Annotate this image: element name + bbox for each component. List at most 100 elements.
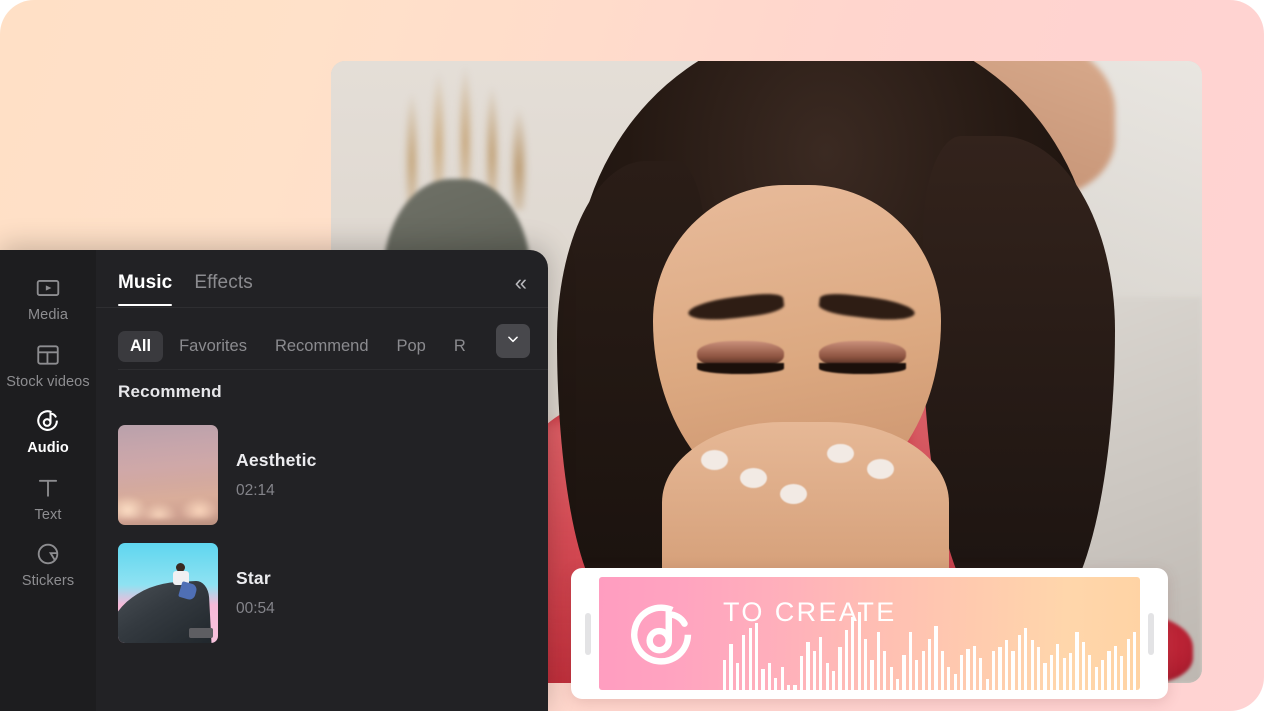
waveform-bar bbox=[1068, 652, 1073, 690]
waveform-bar bbox=[1107, 651, 1111, 690]
waveform-bar bbox=[755, 622, 759, 690]
waveform-bar bbox=[774, 677, 778, 690]
waveform-bar bbox=[787, 685, 791, 690]
waveform bbox=[723, 612, 1137, 690]
waveform-bar bbox=[1126, 638, 1130, 690]
waveform-bar bbox=[902, 654, 906, 690]
track-thumbnail bbox=[118, 543, 218, 643]
waveform-bar bbox=[979, 658, 983, 690]
waveform-bar bbox=[895, 679, 900, 690]
more-filters-button[interactable] bbox=[496, 324, 530, 358]
filter-chip-pop[interactable]: Pop bbox=[385, 331, 438, 362]
waveform-bar bbox=[889, 666, 893, 690]
filter-chip-recommend[interactable]: Recommend bbox=[263, 331, 381, 362]
waveform-bar bbox=[1120, 656, 1124, 690]
sidebar-item-label: Stickers bbox=[21, 573, 75, 589]
waveform-bar bbox=[1088, 654, 1092, 690]
tab-music[interactable]: Music bbox=[118, 272, 173, 306]
sidebar-item-label: Text bbox=[34, 506, 62, 523]
filter-chip-all[interactable]: All bbox=[118, 330, 164, 362]
waveform-bar bbox=[1017, 635, 1021, 690]
app-root: Media Stock videos Audio Text Stickers M… bbox=[0, 0, 1264, 711]
waveform-bar bbox=[1049, 654, 1053, 690]
waveform-bar bbox=[1056, 643, 1060, 690]
waveform-bar bbox=[940, 651, 945, 690]
media-icon bbox=[35, 275, 61, 301]
sidebar-item-text[interactable]: Text bbox=[0, 466, 96, 533]
track-list: Aesthetic 02:14 Star 00:54 bbox=[96, 402, 548, 652]
editor-panel: Media Stock videos Audio Text Stickers M… bbox=[0, 250, 548, 711]
tab-effects[interactable]: Effects bbox=[194, 272, 252, 306]
sidebar-item-media[interactable]: Media bbox=[0, 266, 96, 333]
list-item[interactable]: Star 00:54 bbox=[118, 534, 548, 652]
waveform-bar bbox=[735, 663, 740, 690]
sidebar-item-label: Media bbox=[28, 307, 68, 323]
audio-clip[interactable]: TO CREATE bbox=[571, 568, 1168, 699]
waveform-bar bbox=[947, 666, 951, 690]
waveform-bar bbox=[838, 647, 842, 690]
track-name: Star bbox=[236, 568, 271, 588]
list-item[interactable]: Aesthetic 02:14 bbox=[118, 416, 548, 534]
waveform-bar bbox=[883, 651, 887, 690]
sidebar-item-audio[interactable]: Audio bbox=[0, 399, 96, 466]
waveform-bar bbox=[819, 636, 823, 690]
left-rail: Media Stock videos Audio Text Stickers bbox=[0, 250, 96, 711]
waveform-bar bbox=[729, 643, 733, 690]
track-name: Aesthetic bbox=[236, 450, 317, 470]
waveform-bar bbox=[960, 654, 964, 690]
waveform-bar bbox=[857, 612, 861, 690]
waveform-bar bbox=[863, 638, 868, 690]
filter-chips: All Favorites Recommend Pop R bbox=[96, 306, 548, 368]
waveform-bar bbox=[748, 627, 752, 690]
stickers-icon bbox=[35, 541, 61, 567]
audio-panel: Music Effects « All Favorites Recommend … bbox=[96, 250, 548, 711]
waveform-bar bbox=[915, 659, 919, 690]
waveform-bar bbox=[1133, 631, 1137, 690]
waveform-bar bbox=[1100, 659, 1105, 690]
sidebar-item-stock-videos[interactable]: Stock videos bbox=[0, 333, 96, 400]
waveform-bar bbox=[992, 651, 996, 690]
filter-chip-favorites[interactable]: Favorites bbox=[167, 331, 259, 362]
waveform-bar bbox=[844, 629, 848, 690]
track-meta: Star 00:54 bbox=[236, 568, 275, 618]
waveform-bar bbox=[851, 617, 855, 690]
waveform-bar bbox=[831, 670, 836, 690]
sidebar-item-label: Audio bbox=[27, 440, 69, 456]
waveform-bar bbox=[876, 631, 880, 690]
waveform-bar bbox=[1030, 640, 1034, 690]
waveform-bar bbox=[1081, 642, 1085, 690]
waveform-bar bbox=[1043, 663, 1047, 690]
waveform-bar bbox=[953, 674, 957, 690]
panel-tabs: Music Effects « bbox=[96, 250, 548, 306]
waveform-bar bbox=[812, 651, 816, 690]
chevron-down-icon bbox=[506, 332, 520, 351]
waveform-bar bbox=[1011, 651, 1015, 690]
audio-note-circle-icon bbox=[625, 599, 699, 673]
waveform-bar bbox=[767, 663, 772, 690]
waveform-bar bbox=[1062, 658, 1066, 690]
audio-clip-body[interactable]: TO CREATE bbox=[599, 577, 1140, 690]
trim-handle-left[interactable] bbox=[585, 612, 591, 655]
waveform-bar bbox=[742, 635, 746, 690]
waveform-bar bbox=[1036, 647, 1041, 690]
waveform-bar bbox=[825, 663, 829, 690]
waveform-bar bbox=[793, 685, 797, 690]
audio-icon bbox=[35, 408, 61, 434]
waveform-bar bbox=[985, 679, 989, 690]
waveform-bar bbox=[806, 642, 810, 690]
chevron-double-left-icon[interactable]: « bbox=[510, 270, 532, 296]
waveform-bar bbox=[934, 626, 938, 690]
section-title: Recommend bbox=[118, 382, 222, 401]
waveform-bar bbox=[928, 638, 932, 690]
text-icon bbox=[35, 475, 61, 501]
waveform-bar bbox=[723, 659, 727, 690]
waveform-bar bbox=[870, 659, 874, 690]
waveform-bar bbox=[780, 666, 784, 690]
trim-handle-right[interactable] bbox=[1148, 612, 1154, 655]
track-duration: 02:14 bbox=[236, 482, 275, 499]
waveform-bar bbox=[799, 656, 804, 690]
waveform-bar bbox=[998, 647, 1002, 690]
track-thumbnail bbox=[118, 425, 218, 525]
filter-chip-r[interactable]: R bbox=[442, 331, 478, 362]
sidebar-item-stickers[interactable]: Stickers bbox=[0, 532, 96, 599]
